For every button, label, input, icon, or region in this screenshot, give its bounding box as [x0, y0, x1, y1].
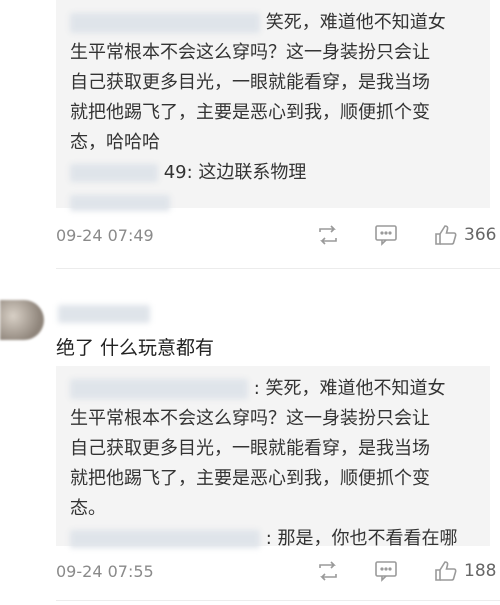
- blurred-username: [70, 530, 260, 548]
- quote-line: 自己获取更多目光，一眼就能看穿，是我当场: [70, 438, 430, 459]
- quote-line: 自己获取更多目光，一眼就能看穿，是我当场: [70, 72, 430, 93]
- comment-divider: [56, 600, 500, 601]
- quote-line: 就把他踢飞了，主要是恶心到我，顺便抓个变: [70, 102, 430, 123]
- reply-line: 49: 这边联系物理: [70, 158, 480, 188]
- reply-line: : 那是，你也不看看在哪: [70, 524, 480, 554]
- avatar[interactable]: [0, 300, 44, 340]
- reply-text: 49: 这边联系物理: [163, 162, 307, 183]
- comment-icon: [374, 560, 398, 582]
- repost-icon: [316, 560, 340, 582]
- comment-icon: [374, 224, 398, 246]
- comment-button[interactable]: [374, 560, 398, 582]
- comment-meta-1: 09-24 07:49 366: [56, 224, 496, 250]
- repost-icon: [316, 224, 340, 246]
- comment-text: 绝了 什么玩意都有: [56, 337, 215, 359]
- quote-line: 态。: [70, 498, 106, 519]
- more-replies-link[interactable]: [70, 188, 480, 218]
- quoted-comment-block-2: : 笑死，难道他不知道女 生平常根本不会这么穿吗？这一身装扮只会让 自己获取更多…: [56, 366, 490, 549]
- quote-line: 态，哈哈哈: [70, 132, 160, 153]
- timestamp: 09-24 07:55: [56, 562, 154, 581]
- thumbs-up-icon: [434, 560, 458, 582]
- repost-button[interactable]: [316, 560, 340, 582]
- quote-text: 笑死，难道他不知道女: [265, 12, 446, 33]
- reply-text: : 那是，你也不看看在哪: [265, 528, 458, 549]
- thumbs-up-icon: [434, 224, 458, 246]
- quote-line: 就把他踢飞了，主要是恶心到我，顺便抓个变: [70, 468, 430, 489]
- comment-button[interactable]: [374, 224, 398, 246]
- quote-line: 生平常根本不会这么穿吗？这一身装扮只会让: [70, 42, 430, 63]
- quote-text: : 笑死，难道他不知道女: [253, 378, 446, 399]
- quote-line: 笑死，难道他不知道女: [70, 8, 480, 38]
- comment-divider: [56, 268, 500, 269]
- quote-line: : 笑死，难道他不知道女: [70, 374, 480, 404]
- blurred-username: [70, 379, 248, 399]
- like-button[interactable]: 366: [434, 224, 496, 246]
- blurred-username[interactable]: [58, 305, 150, 323]
- blurred-username: [70, 164, 158, 182]
- quote-line: 生平常根本不会这么穿吗？这一身装扮只会让: [70, 408, 430, 429]
- like-count: 366: [464, 225, 497, 245]
- blurred-username: [70, 13, 260, 33]
- blurred-more-replies: [70, 195, 170, 211]
- comment-meta-2: 09-24 07:55 188: [56, 560, 496, 586]
- timestamp: 09-24 07:49: [56, 226, 154, 245]
- like-count: 188: [464, 561, 497, 581]
- quoted-comment-block-1: 笑死，难道他不知道女 生平常根本不会这么穿吗？这一身装扮只会让 自己获取更多目光…: [56, 0, 490, 211]
- repost-button[interactable]: [316, 224, 340, 246]
- like-button[interactable]: 188: [434, 560, 496, 582]
